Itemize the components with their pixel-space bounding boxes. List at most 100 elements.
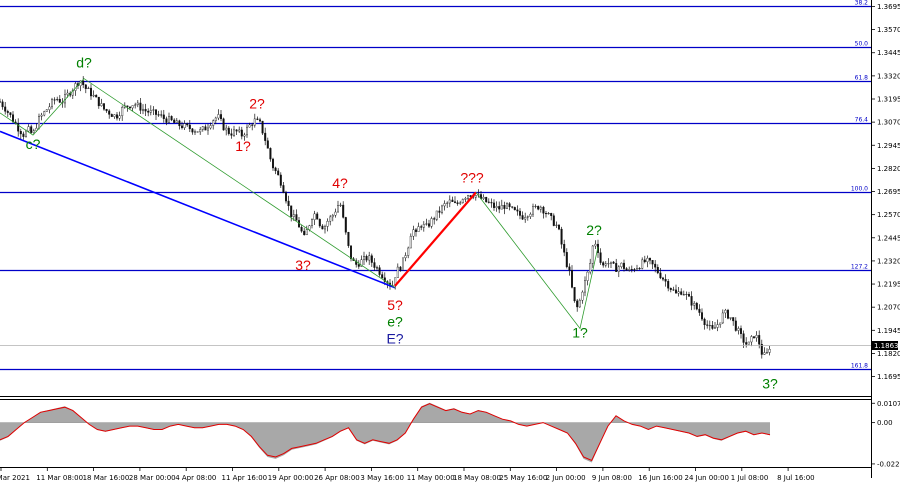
candle-body xyxy=(266,140,269,149)
candle-body xyxy=(305,229,308,236)
candle-body xyxy=(170,116,173,121)
candle-body xyxy=(581,291,584,301)
fib-label-2: 61.8 xyxy=(855,75,869,82)
current-price-label: 1.1863 xyxy=(874,342,899,350)
candle-body xyxy=(274,167,277,172)
candle-body xyxy=(646,257,649,263)
candle-body xyxy=(165,118,168,123)
candle-body xyxy=(753,336,756,339)
fib-label-4: 100.0 xyxy=(851,186,868,193)
candle-body xyxy=(326,221,329,227)
candle-body xyxy=(53,99,56,101)
price-tick-label-0: 1.3695 xyxy=(877,3,900,11)
candle-body xyxy=(82,80,85,86)
candle-body xyxy=(729,317,732,319)
candle-body xyxy=(755,335,758,339)
candle-body xyxy=(461,199,464,204)
oscillator-tick-label-2: -0.0228 xyxy=(877,460,900,468)
candle-body xyxy=(167,116,170,123)
wave-label-0: d? xyxy=(76,55,92,71)
candle-body xyxy=(664,279,667,282)
candle-body xyxy=(516,209,519,212)
candle-body xyxy=(173,119,176,123)
time-tick-label-7: 26 Apr 08:00 xyxy=(314,474,360,482)
price-tick-label-3: 1.3320 xyxy=(877,72,900,80)
candle-body xyxy=(290,205,293,217)
candle-body xyxy=(766,352,769,354)
fib-label-1: 50.0 xyxy=(855,41,869,48)
candle-body xyxy=(404,255,407,259)
candle-body xyxy=(212,120,215,126)
candle-body xyxy=(191,128,194,133)
candle-body xyxy=(617,266,620,272)
candle-body xyxy=(734,320,737,331)
candle-body xyxy=(30,126,33,133)
candle-body xyxy=(204,126,207,131)
candle-body xyxy=(32,130,35,133)
fib-label-0: 38.2 xyxy=(855,0,869,7)
candle-body xyxy=(441,205,444,213)
time-tick-label-13: 9 Jun 08:00 xyxy=(592,474,632,482)
candle-body xyxy=(144,108,147,112)
candle-body xyxy=(742,333,745,343)
candle-body xyxy=(363,256,366,260)
candle-body xyxy=(222,118,225,131)
candle-body xyxy=(495,206,498,208)
candle-body xyxy=(313,213,316,220)
candle-body xyxy=(474,195,477,198)
candle-body xyxy=(219,114,222,120)
candle-body xyxy=(292,214,295,217)
candle-body xyxy=(261,120,264,134)
candle-body xyxy=(186,123,189,126)
candle-body xyxy=(685,294,688,296)
candle-body xyxy=(607,263,610,265)
candle-body xyxy=(232,129,235,136)
candle-body xyxy=(604,263,607,266)
candle-body xyxy=(594,243,597,247)
candle-body xyxy=(115,114,118,119)
candle-body xyxy=(636,268,639,271)
candle-body xyxy=(329,216,332,222)
candle-body xyxy=(415,229,418,232)
candle-body xyxy=(550,213,553,216)
wave-label-10: 2? xyxy=(586,222,602,238)
candle-body xyxy=(4,106,7,112)
candle-body xyxy=(337,205,340,213)
price-tick-label-5: 1.3070 xyxy=(877,119,900,127)
candle-body xyxy=(620,262,623,268)
candle-body xyxy=(537,205,540,210)
candle-body xyxy=(724,309,727,314)
candle-body xyxy=(672,289,675,291)
candle-body xyxy=(610,261,613,264)
candle-body xyxy=(66,92,69,95)
candle-body xyxy=(633,269,636,271)
candle-body xyxy=(716,324,719,328)
candle-body xyxy=(373,262,376,268)
candle-body xyxy=(108,110,111,115)
candle-body xyxy=(105,109,108,112)
candle-body xyxy=(342,204,345,218)
fib-label-5: 127.2 xyxy=(851,264,868,271)
candle-body xyxy=(368,255,371,261)
candle-body xyxy=(45,109,48,112)
candle-body xyxy=(578,299,581,308)
candle-body xyxy=(227,127,230,134)
candle-body xyxy=(407,247,410,256)
price-tick-label-16: 1.1695 xyxy=(877,373,900,381)
candle-body xyxy=(740,328,743,334)
candle-body xyxy=(659,272,662,279)
candle-body xyxy=(438,210,441,213)
fib-label-6: 161.8 xyxy=(851,363,868,370)
candle-body xyxy=(370,255,373,263)
candle-body xyxy=(589,263,592,273)
wave-label-6: ??? xyxy=(460,169,484,185)
candle-body xyxy=(693,302,696,306)
candle-body xyxy=(238,129,241,132)
candle-body xyxy=(682,294,685,296)
candle-body xyxy=(454,201,457,203)
candle-body xyxy=(139,102,142,111)
candle-body xyxy=(602,262,605,266)
candle-body xyxy=(350,245,353,260)
candle-body xyxy=(675,289,678,294)
candle-body xyxy=(498,206,501,210)
